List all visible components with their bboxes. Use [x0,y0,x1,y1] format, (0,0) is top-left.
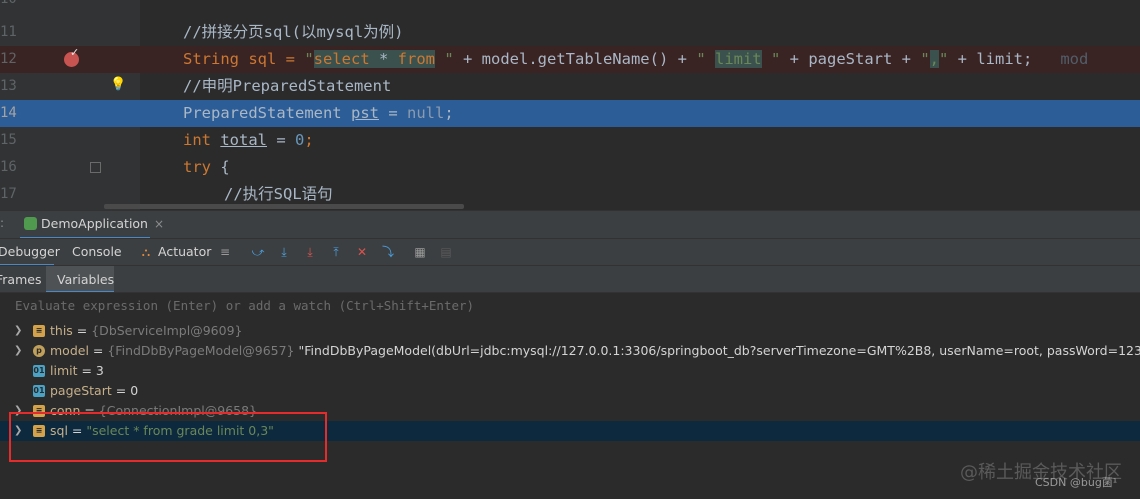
code-line-11[interactable]: 11 //拼接分页sql(以mysql为例) [0,19,1140,46]
credit-label: CSDN @bug菌¹ [1035,476,1118,489]
evaluate-expression-input[interactable]: Evaluate expression (Enter) or add a wat… [0,292,1140,320]
menu-icon[interactable]: ≡ [218,245,232,259]
code-line-16[interactable]: 16 try { [0,154,1140,181]
fold-icon[interactable] [90,162,101,173]
expand-arrow-icon[interactable]: ❯ [14,341,22,361]
code-line-10[interactable]: 10 [0,0,1140,13]
variable-row-pagestart[interactable]: 01 pageStart = 0 [0,381,1140,401]
step-into-icon[interactable]: ⤓ [303,245,317,259]
tab-debugger[interactable]: Debugger [0,244,60,259]
parameter-icon: p [33,345,45,357]
breakpoint-icon[interactable] [64,46,79,67]
tab-actuator[interactable]: Actuator [158,244,211,259]
code-text: PreparedStatement pst = null; [183,104,454,122]
debugger-toolbar: Debugger Console ⛬ Actuator ≡ ⤻ ⤓ ⤓ ⤒ ✕ … [0,238,1140,266]
tool-window-edge: : [0,216,5,230]
code-text: int total = 0; [183,131,314,149]
step-over-icon[interactable]: ⤓ [277,245,291,259]
code-line-12[interactable]: 12 String sql = "select * from " + model… [0,46,1140,73]
show-execution-point-icon[interactable]: ⤻ [251,245,265,259]
tab-variables[interactable]: Variables [57,272,114,287]
close-icon[interactable]: × [154,217,164,231]
variable-row-this[interactable]: ❯ ≡ this = {DbServiceImpl@9609} [0,321,1140,341]
actuator-icon: ⛬ [141,245,151,259]
line-number: 14 [0,105,17,121]
watch-placeholder: Evaluate expression (Enter) or add a wat… [15,298,475,313]
run-config-label: DemoApplication [41,216,148,231]
drop-frame-icon[interactable]: ✕ [355,245,369,259]
primitive-icon: 01 [33,385,45,397]
tab-frames[interactable]: Frames [0,272,41,287]
field-icon: ≡ [33,325,45,337]
code-comment: //申明PreparedStatement [183,77,392,95]
horizontal-scrollbar[interactable] [104,204,464,209]
line-number: 12 [0,51,17,67]
step-out-icon[interactable]: ⤒ [329,245,343,259]
debug-tool-window-header: : DemoApplication × [0,210,1140,239]
primitive-icon: 01 [33,365,45,377]
variable-row-limit[interactable]: 01 limit = 3 [0,361,1140,381]
code-line-14-current[interactable]: 14 PreparedStatement pst = null; [0,100,1140,127]
code-text: String sql = "select * from " + model.ge… [183,50,1089,68]
expand-arrow-icon[interactable]: ❯ [14,321,22,341]
code-text: try { [183,158,230,176]
tab-console[interactable]: Console [72,244,122,259]
code-comment: //拼接分页sql(以mysql为例) [183,23,404,41]
code-line-13[interactable]: 13 💡 //申明PreparedStatement [0,73,1140,100]
variable-row-model[interactable]: ❯ p model = {FindDbByPageModel@9657} "Fi… [0,341,1140,361]
highlight-annotation-box [9,412,327,462]
spring-boot-icon [24,217,37,230]
line-number: 15 [0,132,17,148]
line-number: 16 [0,159,17,175]
run-config-tab[interactable]: DemoApplication × [24,216,164,231]
lightbulb-icon[interactable]: 💡 [110,77,126,92]
evaluate-expression-icon[interactable]: ▦ [413,245,427,259]
trace-icon[interactable]: ▤ [439,245,453,259]
run-to-cursor-icon[interactable]: ⤵ [381,245,395,259]
line-number: 17 [0,186,17,202]
code-editor[interactable]: 10 11 //拼接分页sql(以mysql为例) 12 String sql … [0,0,1140,210]
debugger-subtabs: Frames Variables [0,265,1140,293]
line-number: 13 [0,78,17,94]
line-number: 11 [0,24,17,40]
code-line-15[interactable]: 15 int total = 0; [0,127,1140,154]
line-number: 10 [0,0,17,13]
